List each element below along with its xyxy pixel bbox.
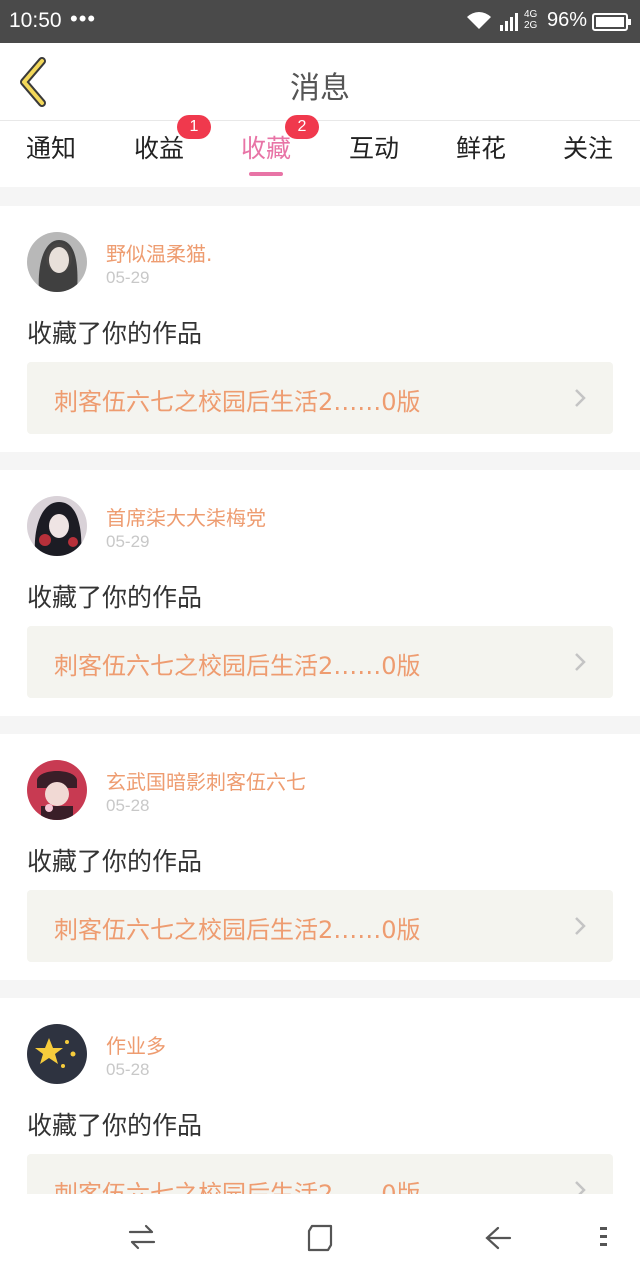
page-title: 消息 xyxy=(290,71,350,106)
back-icon[interactable] xyxy=(484,1224,512,1256)
status-time: 10:50 xyxy=(9,9,62,32)
message-card: 玄武国暗影刺客伍六七 05-28 收藏了你的作品 刺客伍六七之校园后生活2……0… xyxy=(0,734,640,980)
tab-bar: 通知 收益 1 收藏 2 互动 鲜花 关注 xyxy=(0,115,640,187)
home-icon[interactable] xyxy=(306,1224,334,1256)
avatar[interactable] xyxy=(27,232,87,292)
work-link[interactable]: 刺客伍六七之校园后生活2……0版 xyxy=(27,890,613,962)
signal-icon xyxy=(500,11,522,36)
tab-label: 收藏 xyxy=(240,134,291,163)
tab-label: 互动 xyxy=(348,134,399,163)
work-link[interactable]: 刺客伍六七之校园后生活2……0版 xyxy=(27,626,613,698)
active-tab-indicator xyxy=(249,172,283,176)
switch-apps-icon[interactable] xyxy=(128,1224,156,1254)
avatar[interactable] xyxy=(27,760,87,820)
username[interactable]: 玄武国暗影刺客伍六七 xyxy=(106,766,306,795)
notification-dots-icon: ••• xyxy=(70,6,97,31)
favorites-badge: 2 xyxy=(285,115,319,139)
network-top: 4G xyxy=(524,9,538,20)
system-nav-bar xyxy=(0,1194,640,1280)
work-title: 刺客伍六七之校园后生活2……0版 xyxy=(54,652,421,680)
username[interactable]: 首席柒大大柒梅党 xyxy=(106,502,266,531)
message-card: 首席柒大大柒梅党 05-29 收藏了你的作品 刺客伍六七之校园后生活2……0版 xyxy=(0,470,640,716)
work-title: 刺客伍六七之校园后生活2……0版 xyxy=(54,388,421,416)
chevron-right-icon xyxy=(574,916,586,940)
network-type: 4G 2G xyxy=(524,9,537,31)
battery-percent: 96% xyxy=(547,9,588,31)
message-date: 05-28 xyxy=(106,796,150,815)
tab-label: 关注 xyxy=(562,134,613,163)
status-bar: 10:50 ••• 4G 2G 96% xyxy=(0,0,640,43)
username[interactable]: 作业多 xyxy=(106,1030,166,1059)
message-action: 收藏了你的作品 xyxy=(27,847,203,876)
battery-icon xyxy=(592,13,632,36)
avatar[interactable] xyxy=(27,496,87,556)
message-action: 收藏了你的作品 xyxy=(27,319,203,348)
message-date: 05-29 xyxy=(106,268,150,287)
tab-flowers[interactable]: 鲜花 xyxy=(441,129,521,165)
tab-label: 收益 xyxy=(133,134,184,163)
chevron-right-icon xyxy=(574,388,586,412)
tab-label: 鲜花 xyxy=(455,134,506,163)
avatar[interactable] xyxy=(27,1024,87,1084)
message-action: 收藏了你的作品 xyxy=(27,583,203,612)
tab-interactions[interactable]: 互动 xyxy=(334,129,414,165)
chevron-right-icon xyxy=(574,652,586,676)
tab-follows[interactable]: 关注 xyxy=(548,129,628,165)
message-date: 05-29 xyxy=(106,532,150,551)
header: 消息 xyxy=(0,43,640,121)
username[interactable]: 野似温柔猫. xyxy=(106,238,212,267)
wifi-icon xyxy=(465,9,493,36)
message-action: 收藏了你的作品 xyxy=(27,1111,203,1140)
network-bottom: 2G xyxy=(524,20,538,31)
menu-icon[interactable] xyxy=(598,1224,610,1254)
tab-label: 通知 xyxy=(25,134,76,163)
message-date: 05-28 xyxy=(106,1060,150,1079)
work-title: 刺客伍六七之校园后生活2……0版 xyxy=(54,916,421,944)
message-card: 野似温柔猫. 05-29 收藏了你的作品 刺客伍六七之校园后生活2……0版 xyxy=(0,206,640,452)
earnings-badge: 1 xyxy=(177,115,211,139)
tab-notifications[interactable]: 通知 xyxy=(11,129,91,165)
work-link[interactable]: 刺客伍六七之校园后生活2……0版 xyxy=(27,362,613,434)
